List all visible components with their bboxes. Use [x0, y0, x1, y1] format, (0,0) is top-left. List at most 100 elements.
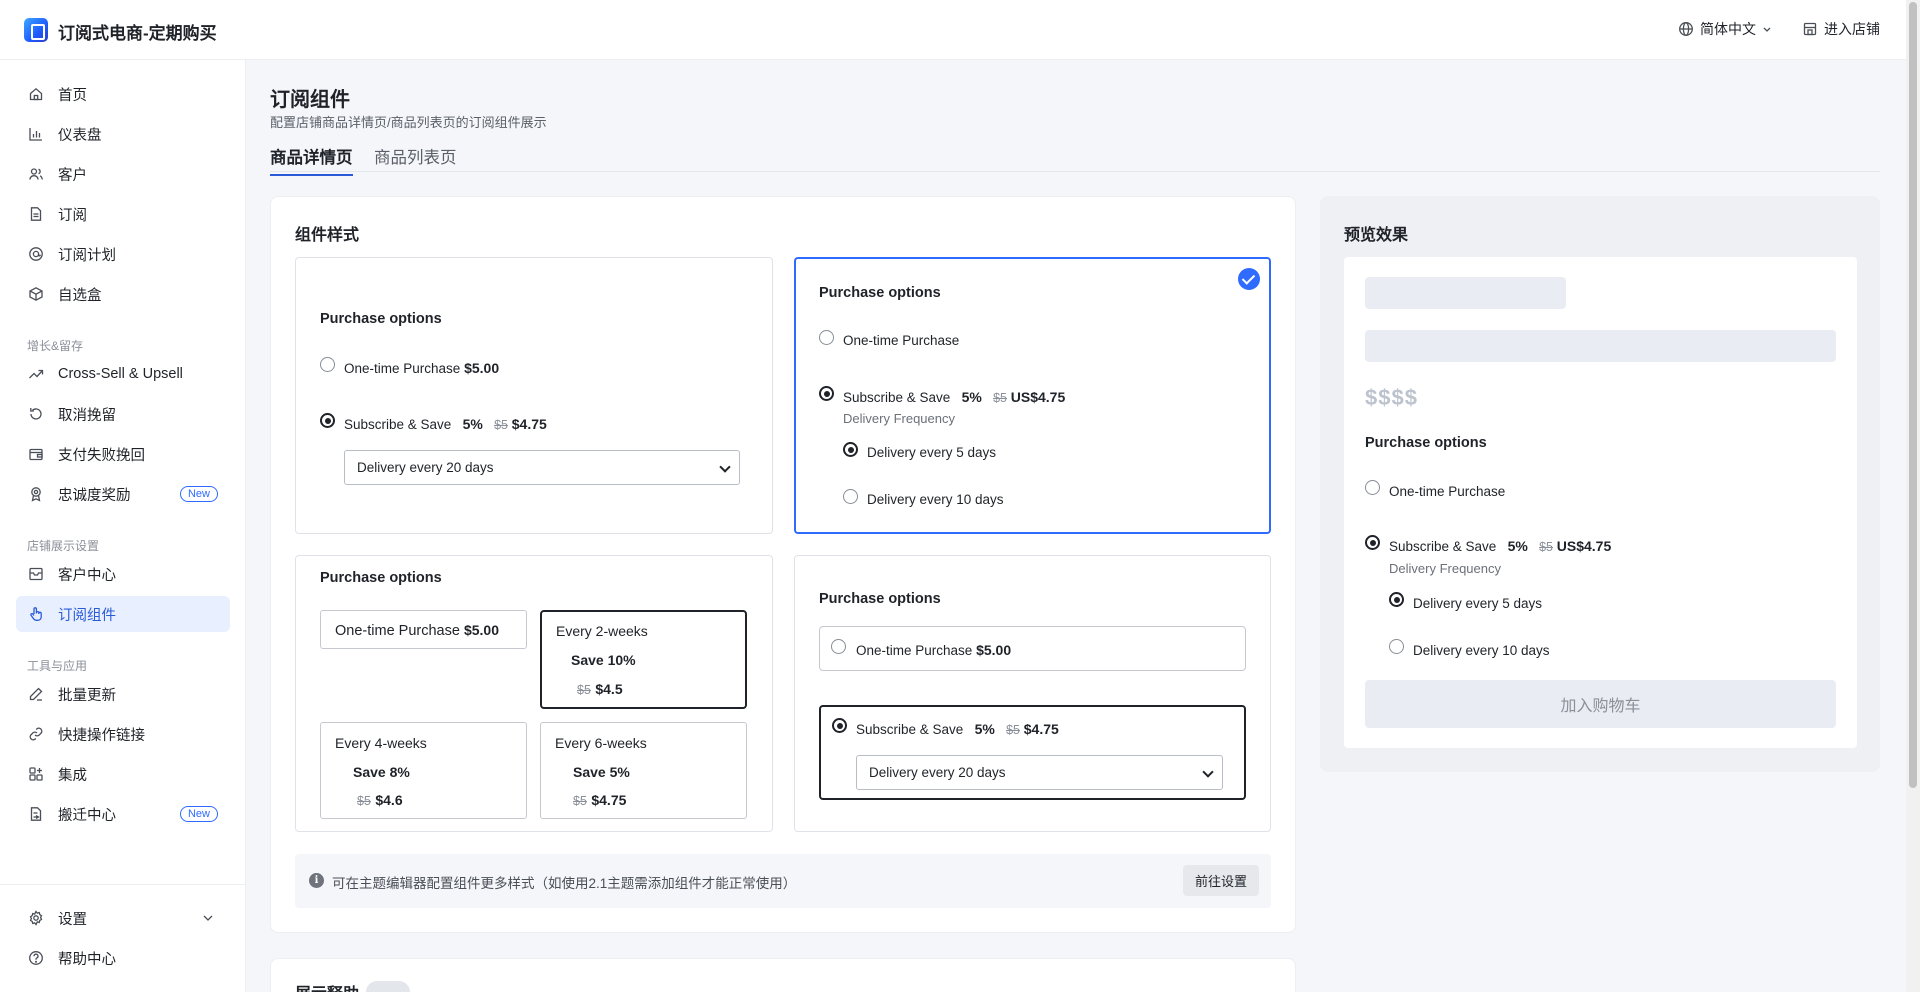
subscribe-radio[interactable]	[1365, 535, 1380, 550]
sidebar-item-label: 支付失败挽回	[58, 447, 145, 464]
delivery-select[interactable]: Delivery every 20 days	[856, 755, 1223, 790]
original-price: $5	[577, 683, 591, 697]
enter-store-label: 进入店铺	[1824, 21, 1880, 37]
sidebar-item-quick-links[interactable]: 快捷操作链接	[16, 716, 230, 752]
enter-store-button[interactable]: 进入店铺	[1802, 19, 1880, 39]
one-time-option: One-time Purchase $5.00	[335, 622, 499, 639]
sidebar-item-cancel-retention[interactable]: 取消挽留	[16, 396, 230, 432]
subscribe-radio[interactable]	[832, 718, 847, 733]
sidebar-divider	[0, 884, 246, 885]
info-text: 可在主题编辑器配置组件更多样式（如使用2.1主题需添加组件才能正常使用）	[332, 876, 797, 891]
delivery-select-value: Delivery every 20 days	[357, 460, 494, 475]
every-10-days-label: Delivery every 10 days	[1413, 643, 1550, 658]
every-10-days-radio[interactable]	[843, 489, 858, 504]
sidebar-item-label: 订阅组件	[58, 607, 116, 624]
sidebar-item-loyalty[interactable]: 忠诚度奖励 New	[16, 476, 230, 512]
display-settings-panel	[270, 958, 1296, 992]
go-settings-button[interactable]: 前往设置	[1182, 865, 1259, 896]
one-time-radio[interactable]	[819, 330, 834, 345]
sidebar-item-bulk-update[interactable]: 批量更新	[16, 676, 230, 712]
medal-icon	[28, 486, 44, 502]
subscribe-radio[interactable]	[819, 386, 834, 401]
section-title: 组件样式	[295, 227, 360, 244]
sidebar-item-integrations[interactable]: 集成	[16, 756, 230, 792]
price-placeholder: $$$$	[1365, 385, 1418, 410]
subscribe-option: Subscribe & Save 5% $5 US$4.75	[1389, 538, 1611, 554]
sidebar-item-label: 批量更新	[58, 687, 116, 704]
subscribe-radio[interactable]	[320, 413, 335, 428]
every-10-days-radio[interactable]	[1389, 639, 1404, 654]
sidebar-item-cross-sell[interactable]: Cross-Sell & Upsell	[16, 356, 230, 392]
delivery-frequency-label: Delivery Frequency	[843, 411, 955, 426]
help-icon	[28, 950, 44, 966]
wallet-icon	[28, 446, 44, 462]
sidebar-item-label: 设置	[58, 911, 87, 928]
sidebar-item-custom-box[interactable]: 自选盒	[16, 276, 230, 312]
subscribe-option: Subscribe & Save 5% $5 $4.75	[856, 721, 1059, 737]
sidebar-item-label: 订阅	[58, 207, 87, 224]
subscribe-label: Subscribe & Save	[344, 417, 452, 432]
display-toggle[interactable]	[366, 981, 410, 992]
style-card-1[interactable]	[295, 257, 773, 534]
hand-pointer-icon	[28, 606, 44, 622]
one-time-radio[interactable]	[1365, 480, 1380, 495]
scrollbar-thumb[interactable]	[1909, 2, 1917, 788]
sidebar-item-dashboard[interactable]: 仪表盘	[16, 116, 230, 152]
sidebar-item-migration[interactable]: 搬迁中心 New	[16, 796, 230, 832]
original-price: $5	[357, 794, 371, 808]
sidebar-item-plans[interactable]: 订阅计划	[16, 236, 230, 272]
subscribe-label: Subscribe & Save	[843, 390, 951, 405]
language-selector[interactable]: 简体中文	[1678, 19, 1772, 39]
tab-product-detail[interactable]: 商品详情页	[270, 144, 353, 176]
one-time-label: One-time Purchase	[856, 643, 973, 658]
one-time-option: One-time Purchase $5.00	[344, 360, 499, 376]
chevron-down-icon	[200, 910, 216, 926]
subscribe-option: Subscribe & Save 5% $5 $4.75	[344, 416, 547, 432]
home-icon	[28, 86, 44, 102]
add-to-cart-button[interactable]: 加入购物车	[1365, 680, 1836, 728]
chevron-down-icon	[1202, 766, 1214, 778]
sidebar-item-home[interactable]: 首页	[16, 76, 230, 112]
skeleton-line	[1365, 330, 1836, 362]
link-icon	[28, 726, 44, 742]
sidebar-item-subscription-widget[interactable]: 订阅组件	[16, 596, 230, 632]
page-title: 订阅组件	[270, 89, 350, 111]
sidebar-item-customer-center[interactable]: 客户中心	[16, 556, 230, 592]
sidebar-item-label: 自选盒	[58, 287, 102, 304]
sidebar-item-customers[interactable]: 客户	[16, 156, 230, 192]
subscribe-price: US$4.75	[1010, 389, 1066, 405]
page-scrollbar[interactable]	[1906, 0, 1920, 992]
sidebar-item-label: 集成	[58, 767, 87, 784]
every-5-days-radio[interactable]	[843, 442, 858, 457]
document-icon	[28, 206, 44, 222]
language-label: 简体中文	[1700, 21, 1756, 37]
chevron-down-icon	[719, 461, 731, 473]
delivery-select[interactable]: Delivery every 20 days	[344, 450, 740, 485]
discount-percent: 5%	[961, 389, 982, 405]
sidebar-item-settings[interactable]: 设置	[16, 900, 230, 936]
one-time-radio[interactable]	[320, 357, 335, 372]
subscribe-option: Subscribe & Save 5% $5 US$4.75	[843, 389, 1065, 405]
one-time-option: One-time Purchase $5.00	[856, 642, 1011, 658]
original-price: $5	[1006, 723, 1020, 737]
one-time-radio[interactable]	[831, 639, 846, 654]
bar-chart-icon	[28, 126, 44, 142]
sidebar-item-subscriptions[interactable]: 订阅	[16, 196, 230, 232]
box-price: $4.75	[591, 792, 627, 808]
tab-product-list[interactable]: 商品列表页	[374, 144, 457, 174]
app-logo-icon	[24, 18, 48, 42]
every-5-days-radio[interactable]	[1389, 592, 1404, 607]
selected-check-icon	[1238, 268, 1260, 290]
subscribe-price: $4.75	[1023, 721, 1059, 737]
sidebar-item-payment-recovery[interactable]: 支付失败挽回	[16, 436, 230, 472]
apps-icon	[28, 766, 44, 782]
frequency-box-save: Save 10%	[571, 652, 636, 668]
frequency-box-save: Save 8%	[353, 764, 410, 780]
sidebar-item-help[interactable]: 帮助中心	[16, 940, 230, 976]
nav-group-tools: 工具与应用	[27, 659, 88, 673]
info-bar: i 可在主题编辑器配置组件更多样式（如使用2.1主题需添加组件才能正常使用） 前…	[295, 854, 1271, 908]
nav-group-growth: 增长&留存	[27, 339, 84, 353]
original-price: $5	[1539, 540, 1553, 554]
frequency-box-price: $5 $4.75	[573, 792, 626, 810]
one-time-label: One-time Purchase	[1389, 484, 1506, 499]
